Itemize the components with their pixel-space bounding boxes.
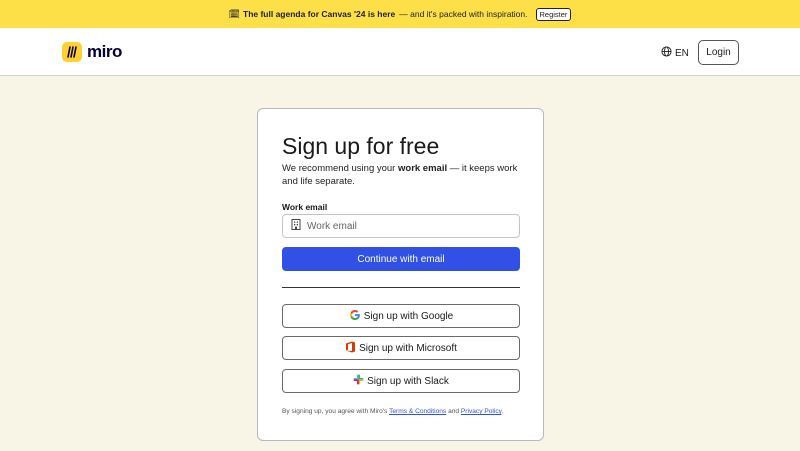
miro-logo-icon: [62, 42, 82, 62]
microsoft-signup-button[interactable]: Sign up with Microsoft: [282, 336, 520, 360]
subtitle-emphasis: work email: [398, 163, 448, 174]
subtitle-start: We recommend using your: [282, 163, 398, 174]
google-icon: [349, 309, 364, 324]
login-button[interactable]: Login: [698, 40, 739, 65]
terms-link[interactable]: Terms & Conditions: [389, 408, 446, 415]
continue-email-button[interactable]: Continue with email: [282, 247, 520, 271]
legal-text: By signing up, you agree with Miro's Ter…: [282, 408, 503, 415]
signup-subtitle: We recommend using your work email — it …: [282, 163, 522, 188]
language-label: EN: [675, 47, 689, 59]
legal-and: and: [446, 408, 461, 415]
microsoft-button-label: Sign up with Microsoft: [359, 342, 457, 354]
email-label: Work email: [282, 202, 328, 212]
logo-wordmark: miro: [87, 42, 122, 61]
slack-button-label: Sign up with Slack: [367, 375, 449, 387]
register-button[interactable]: Register: [535, 7, 572, 21]
divider: [282, 287, 520, 288]
google-signup-button[interactable]: Sign up with Google: [282, 304, 520, 328]
slack-icon: [353, 374, 367, 388]
language-selector[interactable]: EN: [661, 46, 689, 60]
banner-text: — and it's packed with inspiration.: [399, 9, 528, 19]
google-button-label: Sign up with Google: [363, 310, 454, 322]
page-title: Sign up for free: [282, 133, 440, 159]
legal-suffix: .: [501, 408, 504, 415]
miro-logo[interactable]: miro: [62, 42, 122, 62]
privacy-link[interactable]: Privacy Policy: [461, 408, 502, 415]
signup-card: Sign up for free We recommend using your…: [257, 108, 544, 441]
calendar-icon: 🗓: [228, 8, 240, 19]
slack-signup-button[interactable]: Sign up with Slack: [282, 369, 520, 393]
building-icon: [291, 217, 301, 235]
email-field[interactable]: [282, 214, 520, 238]
email-input[interactable]: [307, 220, 507, 232]
office-icon: [345, 341, 359, 356]
legal-prefix: By signing up, you agree with Miro's: [282, 408, 390, 415]
globe-icon: [661, 46, 672, 60]
top-header: miro EN Login: [0, 28, 800, 76]
announcement-banner: 🗓 The full agenda for Canvas '24 is here…: [0, 0, 800, 28]
banner-highlight: The full agenda for Canvas '24 is here: [243, 9, 396, 19]
